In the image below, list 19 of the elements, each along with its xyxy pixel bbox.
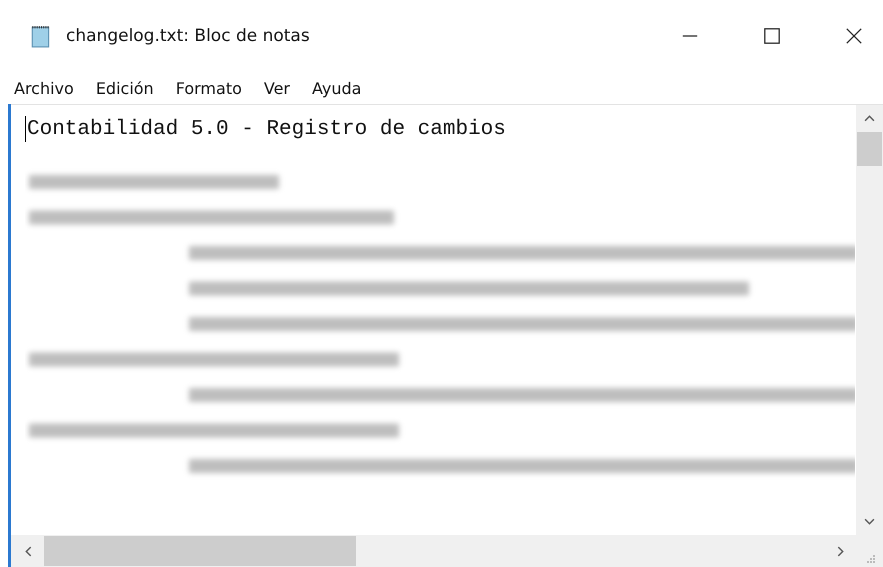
text-line: Contabilidad 5.0 - Registro de cambios xyxy=(27,118,506,140)
scroll-right-icon[interactable] xyxy=(837,546,844,556)
window-title: changelog.txt: Bloc de notas xyxy=(66,26,310,46)
maximize-icon[interactable] xyxy=(763,27,781,45)
scrollbar-thumb[interactable] xyxy=(857,132,882,166)
menu-item[interactable]: Formato xyxy=(174,78,244,98)
menu-item[interactable]: Archivo xyxy=(12,78,76,98)
resize-grip-icon[interactable] xyxy=(865,553,875,563)
vertical-scrollbar[interactable] xyxy=(856,105,883,535)
notepad-icon xyxy=(30,24,52,48)
scroll-left-icon[interactable] xyxy=(25,546,32,556)
close-icon[interactable] xyxy=(845,27,863,45)
text-cursor xyxy=(25,116,26,142)
scroll-up-icon[interactable] xyxy=(864,115,875,122)
scroll-down-icon[interactable] xyxy=(864,518,875,525)
menu-item[interactable]: Edición xyxy=(94,78,156,98)
menu-item[interactable]: Ver xyxy=(262,78,292,98)
menu-item[interactable]: Ayuda xyxy=(310,78,364,98)
scrollbar-thumb[interactable] xyxy=(44,536,356,566)
